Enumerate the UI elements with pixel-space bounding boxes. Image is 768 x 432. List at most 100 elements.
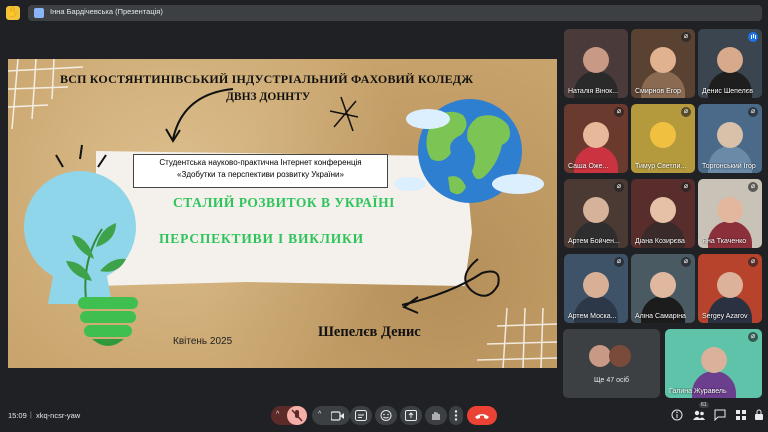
presentation-banner[interactable]: Інна Бардічевська (Презентація) bbox=[28, 5, 762, 21]
participant-tile[interactable]: ⌀ Діана Козирєва bbox=[631, 179, 695, 248]
participant-video bbox=[650, 47, 676, 73]
clock: 15:09 bbox=[8, 411, 27, 420]
top-bar: ✋ Інна Бардічевська (Презентація) bbox=[0, 0, 768, 26]
chat-icon[interactable] bbox=[714, 409, 726, 421]
emoji-icon bbox=[380, 410, 392, 421]
reactions-button[interactable] bbox=[375, 406, 397, 425]
participant-tile[interactable]: ⌀ Аліна Самаріна bbox=[631, 254, 695, 323]
meeting-code: xkq-ncsr-yaw bbox=[36, 411, 81, 420]
more-participants-tile[interactable]: Ще 47 осіб bbox=[563, 329, 660, 398]
present-button[interactable] bbox=[400, 406, 422, 425]
participant-video bbox=[717, 47, 743, 73]
mic-muted-icon: ⌀ bbox=[681, 182, 691, 192]
participant-name: Торгонський Ігор bbox=[702, 163, 756, 170]
participant-name: Яна Ткаченко bbox=[702, 238, 747, 245]
more-options-button[interactable] bbox=[449, 406, 463, 425]
raised-hand-icon[interactable]: ✋ bbox=[6, 6, 20, 20]
slide-illustrations bbox=[24, 88, 544, 346]
slide-author: Шепелєв Денис bbox=[318, 324, 421, 340]
participant-video bbox=[717, 122, 743, 148]
participant-tile[interactable]: ⌀ Яна Ткаченко bbox=[698, 179, 762, 248]
hand-icon bbox=[432, 412, 440, 420]
participant-tile[interactable]: ⌀ Артем Моска... bbox=[564, 254, 628, 323]
participants-count-badge: 61 bbox=[699, 402, 709, 408]
chevron-up-icon[interactable]: ^ bbox=[276, 411, 279, 418]
avatar bbox=[609, 345, 631, 367]
participant-video bbox=[650, 197, 676, 223]
camera-icon[interactable] bbox=[331, 411, 345, 421]
participant-video bbox=[650, 272, 676, 298]
leave-call-button[interactable] bbox=[467, 406, 497, 425]
participant-video bbox=[650, 122, 676, 148]
chevron-up-icon[interactable]: ^ bbox=[318, 411, 321, 418]
bottom-controls: 15:09 | xkq-ncsr-yaw ^ ^ 61 bbox=[0, 400, 768, 432]
presenter-avatar bbox=[34, 8, 44, 18]
participant-name: Саша Оже... bbox=[568, 163, 609, 170]
lock-icon[interactable] bbox=[753, 409, 765, 421]
arrow-icon bbox=[172, 88, 234, 140]
participant-name: Артем Бойчен... bbox=[568, 238, 620, 245]
participant-tile[interactable]: Денис Шепелєв bbox=[698, 29, 762, 98]
participant-tile[interactable]: ⌀ Саша Оже... bbox=[564, 104, 628, 173]
captions-button[interactable] bbox=[350, 406, 372, 425]
participant-name: Sergey Azarov bbox=[702, 313, 748, 320]
mic-muted-icon: ⌀ bbox=[681, 107, 691, 117]
present-screen-icon bbox=[405, 410, 417, 421]
people-icon[interactable] bbox=[693, 409, 705, 421]
participant-name: Артем Моска... bbox=[568, 313, 617, 320]
participant-video bbox=[583, 47, 609, 73]
activities-icon[interactable] bbox=[735, 409, 747, 421]
microphone-control[interactable]: ^ bbox=[271, 406, 307, 425]
mic-muted-icon: ⌀ bbox=[748, 332, 758, 342]
more-participants-label: Ще 47 осіб bbox=[593, 377, 630, 384]
participant-tile[interactable]: ⌀ Торгонський Ігор bbox=[698, 104, 762, 173]
participant-tile[interactable]: ⌀ Галина Журавель bbox=[665, 329, 762, 398]
participant-video bbox=[583, 197, 609, 223]
participant-video bbox=[717, 197, 743, 223]
participant-video bbox=[583, 272, 609, 298]
participant-name: Галина Журавель bbox=[669, 388, 727, 395]
mic-muted-icon: ⌀ bbox=[614, 107, 624, 117]
speaking-indicator-icon bbox=[748, 32, 758, 42]
participant-name: Смирнов Егор bbox=[635, 88, 681, 95]
conference-line: «Здобутки та перспективи розвитку Україн… bbox=[177, 170, 344, 179]
slide-title: ВСП КОСТЯНТИНІВСЬКИЙ ІНДУСТРІАЛЬНИЙ ФАХО… bbox=[60, 72, 474, 86]
participant-tile[interactable]: Наталія Вінок... bbox=[564, 29, 628, 98]
conference-line: Студентська науково-практична Інтернет к… bbox=[159, 158, 362, 167]
participant-video bbox=[700, 347, 727, 373]
more-vert-icon bbox=[454, 410, 458, 421]
participant-name: Тимур Светли... bbox=[635, 163, 687, 170]
mic-muted-icon: ⌀ bbox=[614, 257, 624, 267]
mic-off-icon bbox=[291, 409, 303, 422]
participant-video bbox=[717, 272, 743, 298]
participant-tile[interactable]: ⌀ Sergey Azarov bbox=[698, 254, 762, 323]
topic-subheading: ПЕРСПЕКТИВИ І ВИКЛИКИ bbox=[159, 231, 364, 246]
info-icon[interactable] bbox=[671, 409, 683, 421]
mic-muted-icon: ⌀ bbox=[614, 182, 624, 192]
star-doodle-icon bbox=[329, 96, 359, 132]
mic-off-button[interactable] bbox=[287, 406, 307, 425]
participant-tile[interactable]: ⌀ Смирнов Егор bbox=[631, 29, 695, 98]
mic-muted-icon: ⌀ bbox=[681, 32, 691, 42]
mic-muted-icon: ⌀ bbox=[748, 182, 758, 192]
slide-subtitle: ДВНЗ ДОННТУ bbox=[226, 91, 311, 103]
participant-tile[interactable]: ⌀ Тимур Светли... bbox=[631, 104, 695, 173]
participant-name: Аліна Самаріна bbox=[635, 313, 686, 320]
captions-icon bbox=[355, 410, 367, 421]
camera-control[interactable]: ^ bbox=[312, 406, 350, 425]
slide-date: Квітень 2025 bbox=[173, 336, 233, 347]
participant-name: Денис Шепелєв bbox=[702, 88, 753, 95]
phone-hangup-icon bbox=[475, 414, 489, 419]
globe-icon bbox=[394, 99, 544, 203]
participant-name: Діана Козирєва bbox=[635, 238, 685, 245]
mic-muted-icon: ⌀ bbox=[681, 257, 691, 267]
shared-slide: ВСП КОСТЯНТИНІВСЬКИЙ ІНДУСТРІАЛЬНИЙ ФАХО… bbox=[8, 59, 557, 368]
presenter-label: Інна Бардічевська (Презентація) bbox=[50, 7, 163, 16]
participant-name: Наталія Вінок... bbox=[568, 88, 619, 95]
light-bulb-icon bbox=[24, 144, 138, 346]
participant-tile[interactable]: ⌀ Артем Бойчен... bbox=[564, 179, 628, 248]
conference-box: Студентська науково-практична Інтернет к… bbox=[133, 154, 388, 188]
avatar bbox=[589, 345, 611, 367]
raise-hand-button[interactable] bbox=[425, 406, 447, 425]
divider: | bbox=[30, 412, 32, 419]
